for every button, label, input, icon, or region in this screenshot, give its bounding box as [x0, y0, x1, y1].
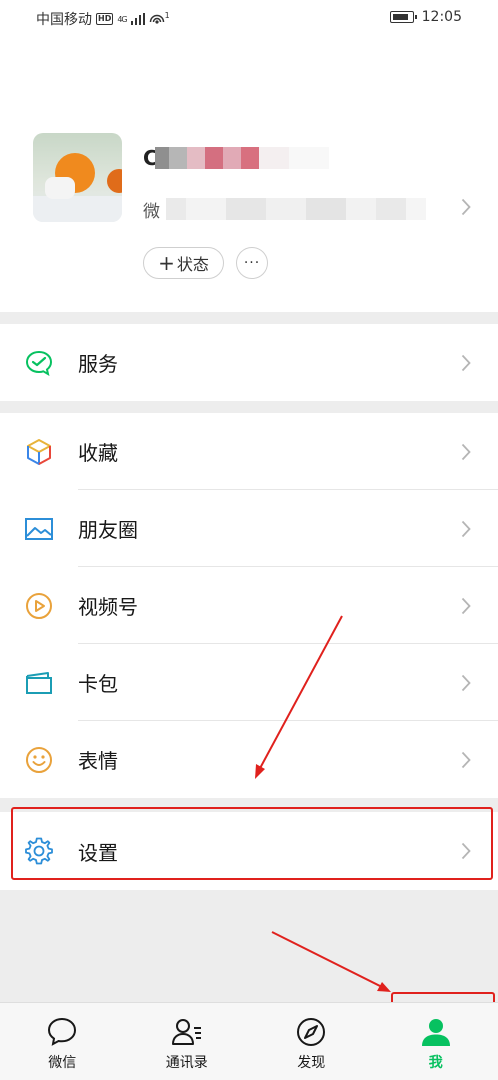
chevron-right-icon [461, 597, 471, 614]
wechat-id-redacted: 微 [143, 196, 426, 222]
tab-contacts[interactable]: 通讯录 [125, 1003, 250, 1080]
chevron-right-icon [461, 674, 471, 691]
hotspot-icon [149, 14, 164, 24]
avatar[interactable] [33, 133, 122, 222]
tab-contacts-label: 通讯录 [165, 1055, 208, 1071]
network-type: 4G [117, 14, 127, 24]
tab-discover-label: 发现 [297, 1055, 326, 1071]
favorites-label: 收藏 [78, 441, 118, 465]
tab-me[interactable]: 我 [374, 1003, 498, 1080]
wallet-icon [26, 671, 52, 694]
chevron-right-icon [461, 443, 471, 460]
menu-item-services[interactable]: 服务 [0, 324, 498, 401]
signal-icon [130, 13, 145, 25]
more-button[interactable]: ··· [236, 247, 268, 279]
battery-icon [389, 11, 417, 23]
tab-chats-label: 微信 [48, 1055, 77, 1071]
services-group: 服务 [0, 324, 498, 401]
wechat-id-label: 微 [143, 201, 160, 222]
chevron-right-icon [461, 354, 471, 371]
clock: 12:05 [421, 9, 462, 25]
status-bar: 中国移动 HD 4G 1 12:05 [0, 0, 498, 34]
services-label: 服务 [78, 352, 118, 376]
plus-icon: + [158, 251, 175, 275]
chevron-right-icon [461, 842, 471, 860]
status-left: 中国移动 HD 4G 1 [36, 9, 170, 29]
tab-me-label: 我 [428, 1055, 443, 1071]
hd-badge: HD [96, 13, 114, 25]
nickname-initial: C [143, 146, 158, 170]
menu-item-favorites[interactable]: 收藏 [0, 413, 498, 490]
chat-bubble-icon [48, 1017, 77, 1046]
cards-label: 卡包 [78, 672, 118, 696]
carrier-name: 中国移动 [36, 12, 92, 28]
menu-item-cards[interactable]: 卡包 [0, 644, 498, 721]
chevron-right-icon [461, 751, 471, 768]
contacts-icon [171, 1019, 201, 1045]
bottom-tab-bar: 微信 通讯录 发现 我 [0, 1002, 498, 1080]
tab-chats[interactable]: 微信 [0, 1003, 125, 1080]
status-right: 12:05 [389, 9, 462, 25]
compass-icon [297, 1018, 326, 1046]
chevron-right-icon [461, 520, 471, 537]
play-icon [26, 592, 52, 619]
settings-group: 设置 [0, 812, 498, 890]
image-icon [25, 517, 53, 540]
menu-item-stickers[interactable]: 表情 [0, 721, 498, 798]
services-icon [25, 350, 53, 376]
chevron-right-icon[interactable] [461, 198, 471, 216]
smiley-icon [26, 746, 52, 773]
gear-icon [25, 837, 53, 865]
cube-icon [27, 438, 51, 465]
features-group: 收藏 朋友圈 视频号 卡包 表情 [0, 413, 498, 798]
hotspot-count: 1 [164, 10, 170, 20]
ellipsis-icon: ··· [243, 255, 261, 271]
profile-header[interactable]: C 微 + 状态 ··· [0, 34, 498, 312]
person-icon [421, 1019, 450, 1046]
menu-item-settings[interactable]: 设置 [0, 812, 498, 890]
moments-label: 朋友圈 [78, 518, 138, 542]
channels-label: 视频号 [78, 595, 138, 619]
stickers-label: 表情 [78, 749, 118, 773]
nickname-redacted: C [143, 147, 329, 169]
status-button-label: 状态 [176, 255, 209, 274]
status-button[interactable]: + 状态 [143, 247, 224, 279]
menu-item-moments[interactable]: 朋友圈 [0, 490, 498, 567]
settings-label: 设置 [78, 840, 118, 865]
tab-discover[interactable]: 发现 [249, 1003, 374, 1080]
menu-item-channels[interactable]: 视频号 [0, 567, 498, 644]
